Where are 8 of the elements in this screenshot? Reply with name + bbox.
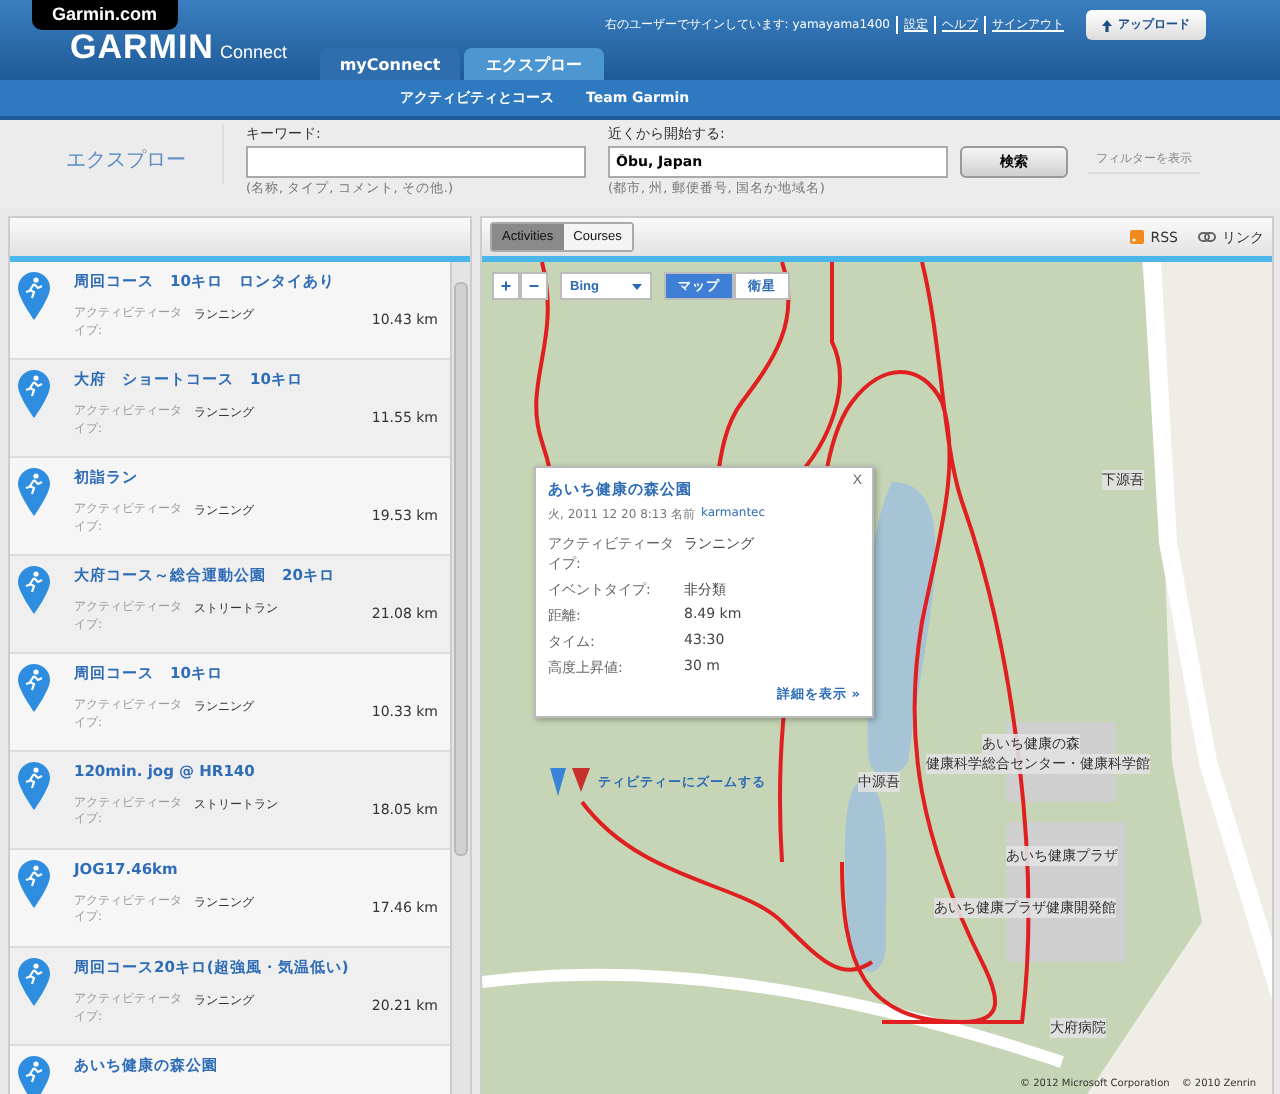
zoom-in-button[interactable]: + — [492, 272, 520, 300]
page-title: エクスプロー — [0, 124, 224, 184]
nav-tab[interactable]: myConnect — [320, 48, 460, 80]
nav-tab[interactable]: エクスプロー — [464, 48, 604, 80]
site-link[interactable]: Garmin.com — [32, 0, 178, 30]
logo: GARMIN — [70, 28, 214, 68]
logo-subtitle: Connect — [219, 42, 287, 62]
zoom-out-button[interactable]: − — [520, 272, 548, 300]
